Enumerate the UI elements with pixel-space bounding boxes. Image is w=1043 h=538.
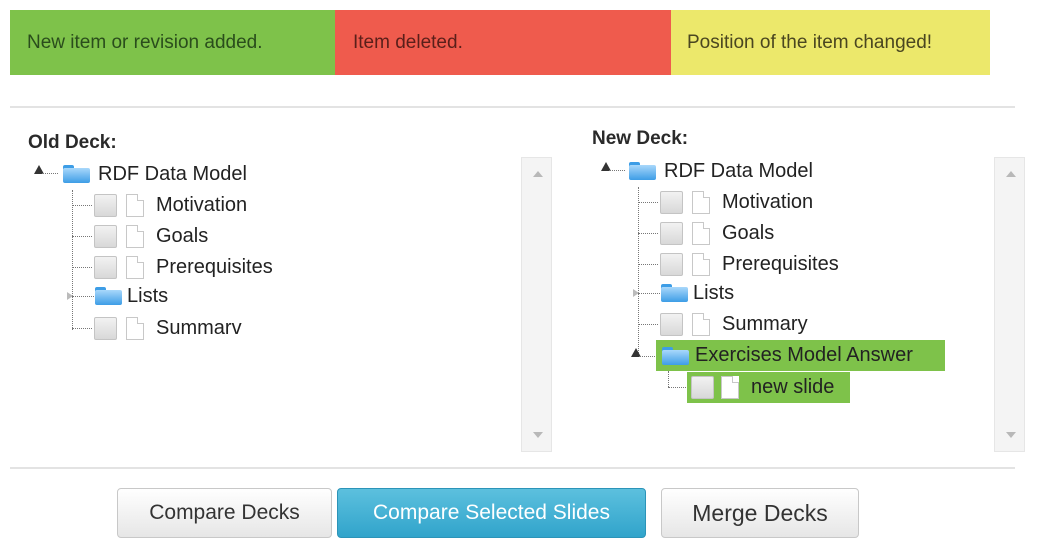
slide-file-icon [126, 255, 144, 279]
chevron-up-icon[interactable] [1006, 171, 1016, 177]
tree-item-label: Motivation [722, 190, 814, 213]
checkbox-icon[interactable] [94, 193, 117, 217]
tree-item-motivation[interactable]: Motivation [660, 187, 813, 217]
tree-item-prerequisites[interactable]: Prerequisites [660, 249, 839, 279]
checkbox-icon[interactable] [660, 312, 683, 336]
checkbox-icon[interactable] [94, 316, 117, 340]
top-divider [10, 106, 1015, 108]
tree-folder-root[interactable]: RDF Data Model [62, 159, 247, 189]
slide-file-icon [126, 224, 144, 248]
folder-icon [660, 283, 690, 303]
tree-folder-lists[interactable]: Lists [94, 281, 168, 311]
old-deck-scrollbar[interactable] [521, 157, 552, 452]
folder-icon [661, 346, 691, 366]
checkbox-icon[interactable] [660, 221, 683, 245]
tree-item-goals[interactable]: Goals [94, 221, 208, 251]
tree-folder-label: Lists [693, 281, 735, 304]
new-deck-title: New Deck: [592, 128, 689, 149]
tree-folder-added[interactable]: Exercises Model Answer [656, 340, 945, 371]
slide-file-icon [126, 193, 144, 217]
legend-added: New item or revision added. [10, 10, 335, 75]
tree-item-goals[interactable]: Goals [660, 218, 774, 248]
tree-item-prerequisites[interactable]: Prerequisites [94, 252, 273, 282]
tree-item-label: Summarv [156, 316, 242, 339]
tree-item-label: Goals [722, 221, 775, 244]
tree-folder-root[interactable]: RDF Data Model [628, 156, 813, 186]
checkbox-icon[interactable] [94, 255, 117, 279]
tree-item-label: new slide [751, 376, 835, 398]
tree-folder-label: Exercises Model Answer [695, 344, 913, 366]
chevron-up-icon[interactable] [533, 171, 543, 177]
folder-icon [62, 164, 92, 184]
tree-item-label: Summary [722, 312, 808, 335]
tree-item-summary[interactable]: Summary [660, 309, 808, 339]
tree-item-summary[interactable]: Summarv [94, 313, 242, 343]
bottom-divider [10, 467, 1015, 469]
tree-folder-label: RDF Data Model [664, 159, 813, 182]
compare-selected-slides-button[interactable]: Compare Selected Slides [337, 488, 646, 538]
tree-item-motivation[interactable]: Motivation [94, 190, 247, 220]
legend-moved: Position of the item changed! [671, 10, 990, 75]
chevron-down-icon[interactable] [533, 432, 543, 438]
tree-item-label: Prerequisites [722, 252, 839, 275]
diff-legend: New item or revision added. Item deleted… [10, 10, 990, 75]
checkbox-icon[interactable] [660, 190, 683, 214]
slide-file-icon [692, 221, 710, 245]
slide-file-icon [692, 252, 710, 276]
slide-file-icon [126, 316, 144, 340]
tree-item-added[interactable]: new slide [687, 372, 850, 403]
tree-folder-label: Lists [127, 284, 169, 307]
tree-folder-label: RDF Data Model [98, 162, 247, 185]
old-deck-title: Old Deck: [28, 132, 117, 153]
tree-item-label: Prerequisites [156, 255, 273, 278]
tree-item-label: Goals [156, 224, 209, 247]
new-deck-scrollbar[interactable] [994, 157, 1025, 452]
folder-icon [94, 286, 124, 306]
folder-icon [628, 161, 658, 181]
checkbox-icon[interactable] [660, 252, 683, 276]
slide-file-icon [692, 312, 710, 336]
slide-file-icon [692, 190, 710, 214]
tree-item-label: Motivation [156, 193, 248, 216]
checkbox-icon[interactable] [691, 376, 714, 399]
merge-decks-button[interactable]: Merge Decks [661, 488, 859, 538]
chevron-down-icon[interactable] [1006, 432, 1016, 438]
legend-deleted: Item deleted. [335, 10, 671, 75]
checkbox-icon[interactable] [94, 224, 117, 248]
tree-folder-lists[interactable]: Lists [660, 278, 734, 308]
compare-decks-button[interactable]: Compare Decks [117, 488, 332, 538]
slide-file-icon [721, 376, 739, 399]
